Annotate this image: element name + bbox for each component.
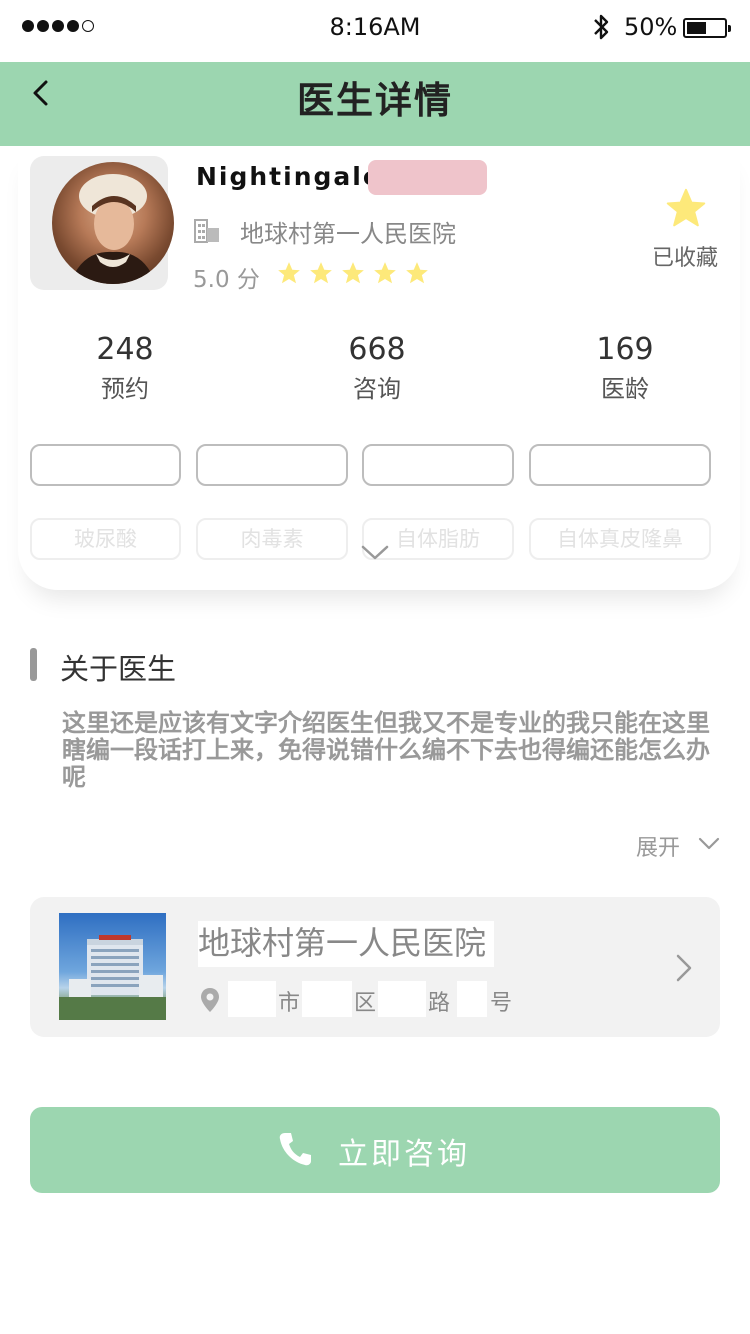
hospital-photo [59, 913, 166, 1020]
specialty-tag[interactable]: 肉毒素 [196, 518, 348, 560]
rating-score: 5.0 分 [193, 267, 260, 293]
stat-years: 169 医龄 [550, 332, 700, 404]
stat-appointments: 248 预约 [50, 332, 200, 404]
doctor-name: Nightingale [196, 162, 382, 191]
stat-value: 668 [348, 332, 406, 367]
consult-label: 立即咨询 [338, 1137, 470, 1172]
specialty-tag[interactable]: 玻尿酸 [30, 518, 181, 560]
stat-value: 169 [596, 332, 654, 367]
stat-label: 医龄 [601, 375, 649, 403]
page-title: 医生详情 [297, 79, 453, 122]
star-icon [342, 262, 364, 284]
address-blank [378, 981, 426, 1017]
avatar-frame [30, 156, 174, 290]
star-icon [406, 262, 428, 284]
battery-percent: 50% [624, 13, 678, 41]
address-district: 区 [354, 991, 377, 1016]
address-blank [302, 981, 352, 1017]
specialty-tag[interactable]: 自体真皮隆鼻 [529, 518, 711, 560]
consult-now-button[interactable]: 立即咨询 [30, 1107, 720, 1193]
specialty-tag[interactable] [529, 444, 711, 486]
phone-icon [279, 1133, 311, 1166]
stat-value: 248 [96, 332, 154, 367]
bluetooth-icon [594, 14, 609, 40]
section-marker [30, 648, 37, 681]
favorite-label[interactable]: 已收藏 [652, 240, 718, 272]
star-icon [278, 262, 300, 284]
rating-stars [276, 260, 430, 286]
doctor-hospital: 地球村第一人民医院 [240, 220, 456, 248]
battery-icon [683, 18, 731, 38]
address-blank [457, 981, 487, 1017]
status-bar: 8:16AM 50% [0, 0, 750, 62]
address-road: 路 [428, 991, 451, 1016]
hospital-card[interactable]: 地球村第一人民医院 市 区 路 号 [30, 897, 720, 1037]
stat-consultations: 668 咨询 [302, 332, 452, 404]
address-number: 号 [490, 991, 513, 1016]
address-city: 市 [278, 991, 301, 1016]
favorite-star-icon[interactable] [664, 186, 708, 230]
name-redaction [368, 160, 487, 195]
address-blank [228, 981, 276, 1017]
specialty-tag[interactable] [196, 444, 348, 486]
star-icon [374, 262, 396, 284]
hospital-name: 地球村第一人民医院 [198, 921, 495, 967]
doctor-card: Nightingale 地球村第一人民医院 5.0 分 已收藏 248 预约 6… [18, 146, 740, 590]
chevron-down-icon[interactable] [360, 542, 390, 562]
specialty-tag[interactable] [30, 444, 181, 486]
chevron-right-icon[interactable] [674, 953, 694, 983]
nav-bar: 医生详情 [0, 62, 750, 146]
expand-more-label[interactable]: 展开 [636, 830, 680, 862]
location-pin-icon [201, 988, 219, 1012]
hospital-building-icon [194, 219, 219, 243]
star-icon [310, 262, 332, 284]
chevron-down-icon[interactable] [698, 836, 720, 852]
doctor-avatar [52, 162, 174, 284]
stat-label: 预约 [101, 375, 149, 403]
about-title: 关于医生 [60, 652, 177, 686]
stat-label: 咨询 [353, 375, 401, 403]
specialty-tag[interactable] [362, 444, 514, 486]
about-text: 这里还是应该有文字介绍医生但我又不是专业的我只能在这里瞎编一段话打上来，免得说错… [62, 709, 710, 791]
